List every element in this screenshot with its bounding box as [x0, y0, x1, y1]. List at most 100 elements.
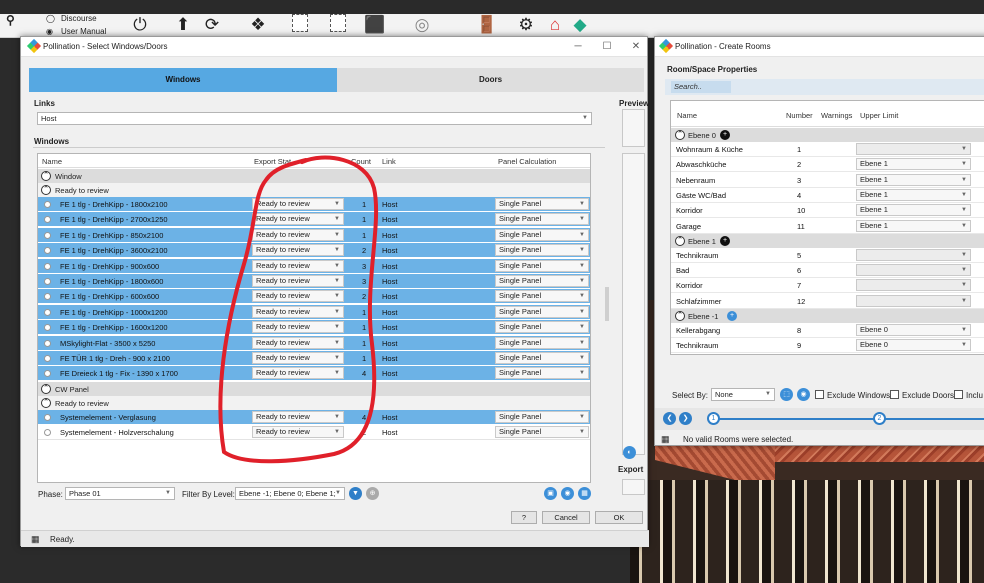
panel-calculation-dropdown[interactable]: Single Panel ▼: [495, 213, 589, 226]
col-link[interactable]: Link: [382, 157, 396, 166]
color-icon[interactable]: ◆: [570, 14, 590, 36]
table-row[interactable]: FE TÜR 1 tlg - Dreh - 900 x 2100 Ready to…: [38, 351, 590, 366]
panel-calculation-dropdown[interactable]: Single Panel ▼: [495, 259, 589, 272]
upper-limit-dropdown[interactable]: ▼: [856, 279, 971, 292]
upper-limit-dropdown[interactable]: Ebene 0 ▼: [856, 339, 971, 352]
cancel-button[interactable]: Cancel: [542, 511, 590, 524]
row-select-icon[interactable]: [44, 370, 51, 378]
collapse-icon[interactable]: ⌃: [41, 171, 51, 181]
house-icon[interactable]: ⌂: [545, 14, 565, 36]
room-row[interactable]: Bad 6 ▼: [671, 263, 984, 279]
filter-icon[interactable]: ▼: [349, 487, 362, 500]
export-status-dropdown[interactable]: Ready to review ▼: [252, 290, 344, 303]
level-group-header[interactable]: ⌃ Ebene 0 +: [671, 128, 984, 142]
panel-calculation-dropdown[interactable]: Single Panel ▼: [495, 198, 589, 210]
add-level-icon[interactable]: +: [727, 311, 737, 321]
step-2[interactable]: 2: [873, 412, 886, 425]
room-row[interactable]: Korridor 7 ▼: [671, 278, 984, 294]
row-select-icon[interactable]: [44, 201, 51, 208]
filter-combo[interactable]: Ebene -1; Ebene 0; Ebene 1; ▼: [235, 487, 345, 500]
panel-calculation-dropdown[interactable]: Single Panel ▼: [495, 275, 589, 287]
export-status-dropdown[interactable]: Ready to review ▼: [252, 410, 344, 423]
select-rooms-icon[interactable]: ⬚: [780, 388, 793, 401]
collapse-icon[interactable]: ⌃: [41, 383, 51, 394]
export-status-dropdown[interactable]: Ready to review ▼: [252, 321, 344, 334]
room-row[interactable]: Schlafzimmer 12 ▼: [671, 293, 984, 309]
row-select-icon[interactable]: [44, 216, 51, 224]
col-upper-limit[interactable]: Upper Limit: [860, 111, 898, 120]
table-row[interactable]: FE 1 tlg - DrehKipp - 1000x1200 Ready to …: [38, 304, 590, 320]
refresh-icon[interactable]: ⟳: [202, 14, 222, 36]
table-row[interactable]: FE 1 tlg - DrehKipp - 3600x2100 Ready to …: [38, 243, 590, 259]
collapse-icon[interactable]: ⌃: [675, 311, 685, 321]
row-select-icon[interactable]: [44, 262, 51, 270]
upper-limit-dropdown[interactable]: Ebene 1 ▼: [856, 173, 971, 186]
export-status-dropdown[interactable]: Ready to review ▼: [252, 336, 344, 349]
user-manual-link[interactable]: User Manual: [61, 27, 106, 36]
export-status-dropdown[interactable]: Ready to review ▼: [252, 352, 344, 364]
table-row[interactable]: FE 1 tlg - DrehKipp - 2700x1250 Ready to …: [38, 212, 590, 228]
col-warnings[interactable]: Warnings: [821, 111, 852, 120]
clear-filter-icon[interactable]: ⊕: [366, 487, 379, 500]
select-windows-icon[interactable]: ▣: [544, 487, 557, 500]
export-status-dropdown[interactable]: Ready to review ▼: [252, 305, 344, 318]
row-select-icon[interactable]: [44, 429, 51, 437]
export-status-dropdown[interactable]: Ready to review ▼: [252, 244, 344, 257]
exclude-windows-checkbox[interactable]: [815, 390, 824, 399]
panel-calculation-dropdown[interactable]: Single Panel ▼: [495, 367, 589, 380]
panel-calculation-dropdown[interactable]: Single Panel ▼: [495, 426, 589, 439]
row-select-icon[interactable]: [44, 231, 51, 239]
preview-refresh-icon[interactable]: ◐: [623, 446, 636, 459]
table-row[interactable]: FE 1 tlg - DrehKipp - 1800x600 Ready to r…: [38, 274, 590, 289]
table-row[interactable]: FE 1 tlg - DrehKipp - 600x600 Ready to re…: [38, 289, 590, 305]
links-combo[interactable]: Host ▼: [37, 112, 592, 125]
room-icon[interactable]: [292, 14, 308, 32]
add-level-icon[interactable]: +: [720, 130, 730, 140]
export-status-dropdown[interactable]: Ready to review ▼: [252, 367, 344, 380]
group-header-status[interactable]: ⌃ Ready to review: [38, 183, 590, 197]
room-row[interactable]: Kellerabgang 8 Ebene 0 ▼: [671, 323, 984, 338]
table-row[interactable]: FE 1 tlg - DrehKipp - 900x600 Ready to re…: [38, 258, 590, 274]
include-checkbox[interactable]: [954, 390, 963, 399]
splitter-handle[interactable]: [605, 287, 609, 321]
tab-doors[interactable]: Doors: [337, 68, 644, 92]
group-header-category[interactable]: ⌃ Window: [38, 169, 590, 183]
upper-limit-dropdown[interactable]: Ebene 0 ▼: [856, 324, 971, 336]
table-row[interactable]: Systemelement - Holzverschalung Ready to …: [38, 425, 590, 441]
col-panel-calculation[interactable]: Panel Calculation: [498, 157, 556, 166]
col-count[interactable]: Count: [351, 157, 371, 166]
row-select-icon[interactable]: [44, 293, 51, 301]
export-status-dropdown[interactable]: Ready to review ▼: [252, 275, 344, 287]
material-icon[interactable]: ❖: [248, 14, 268, 36]
room-row[interactable]: Wohnraum & Küche 1 ▼: [671, 142, 984, 157]
select-all-icon[interactable]: ◉: [561, 487, 574, 500]
row-select-icon[interactable]: [44, 247, 51, 255]
panel-calculation-dropdown[interactable]: Single Panel ▼: [495, 352, 589, 364]
collapse-icon[interactable]: ⌃: [41, 397, 51, 408]
collapse-icon[interactable]: ⌃: [675, 130, 685, 140]
panel-calculation-dropdown[interactable]: Single Panel ▼: [495, 228, 589, 241]
add-level-icon[interactable]: +: [720, 235, 730, 246]
group-header-category[interactable]: ⌃ CW Panel: [38, 381, 590, 396]
panel-calculation-dropdown[interactable]: Single Panel ▼: [495, 305, 589, 318]
upload-icon[interactable]: ⬆: [173, 14, 193, 36]
upper-limit-dropdown[interactable]: ▼: [856, 264, 971, 277]
exclude-doors-checkbox[interactable]: [890, 390, 899, 399]
group-header-status[interactable]: ⌃ Ready to review: [38, 395, 590, 410]
row-select-icon[interactable]: [44, 355, 51, 362]
step-1[interactable]: 1: [707, 412, 720, 425]
room-row[interactable]: Korridor 10 Ebene 1 ▼: [671, 203, 984, 219]
select-by-combo[interactable]: None ▼: [711, 388, 775, 401]
panel-calculation-dropdown[interactable]: Single Panel ▼: [495, 244, 589, 257]
panel-calculation-dropdown[interactable]: Single Panel ▼: [495, 336, 589, 349]
door-icon[interactable]: 🚪: [476, 14, 497, 36]
space-icon[interactable]: [330, 14, 346, 32]
room-row[interactable]: Abwaschküche 2 Ebene 1 ▼: [671, 157, 984, 173]
table-row[interactable]: FE 1 tlg - DrehKipp - 1800x2100 Ready to …: [38, 197, 590, 212]
upper-limit-dropdown[interactable]: Ebene 1 ▼: [856, 204, 971, 217]
next-icon[interactable]: ❯: [679, 412, 692, 425]
cubes-icon[interactable]: ⬛: [364, 14, 385, 36]
help-button[interactable]: ?: [511, 511, 537, 524]
model-icon[interactable]: ⚙: [516, 14, 536, 36]
maximize-icon[interactable]: ☐: [600, 40, 614, 54]
